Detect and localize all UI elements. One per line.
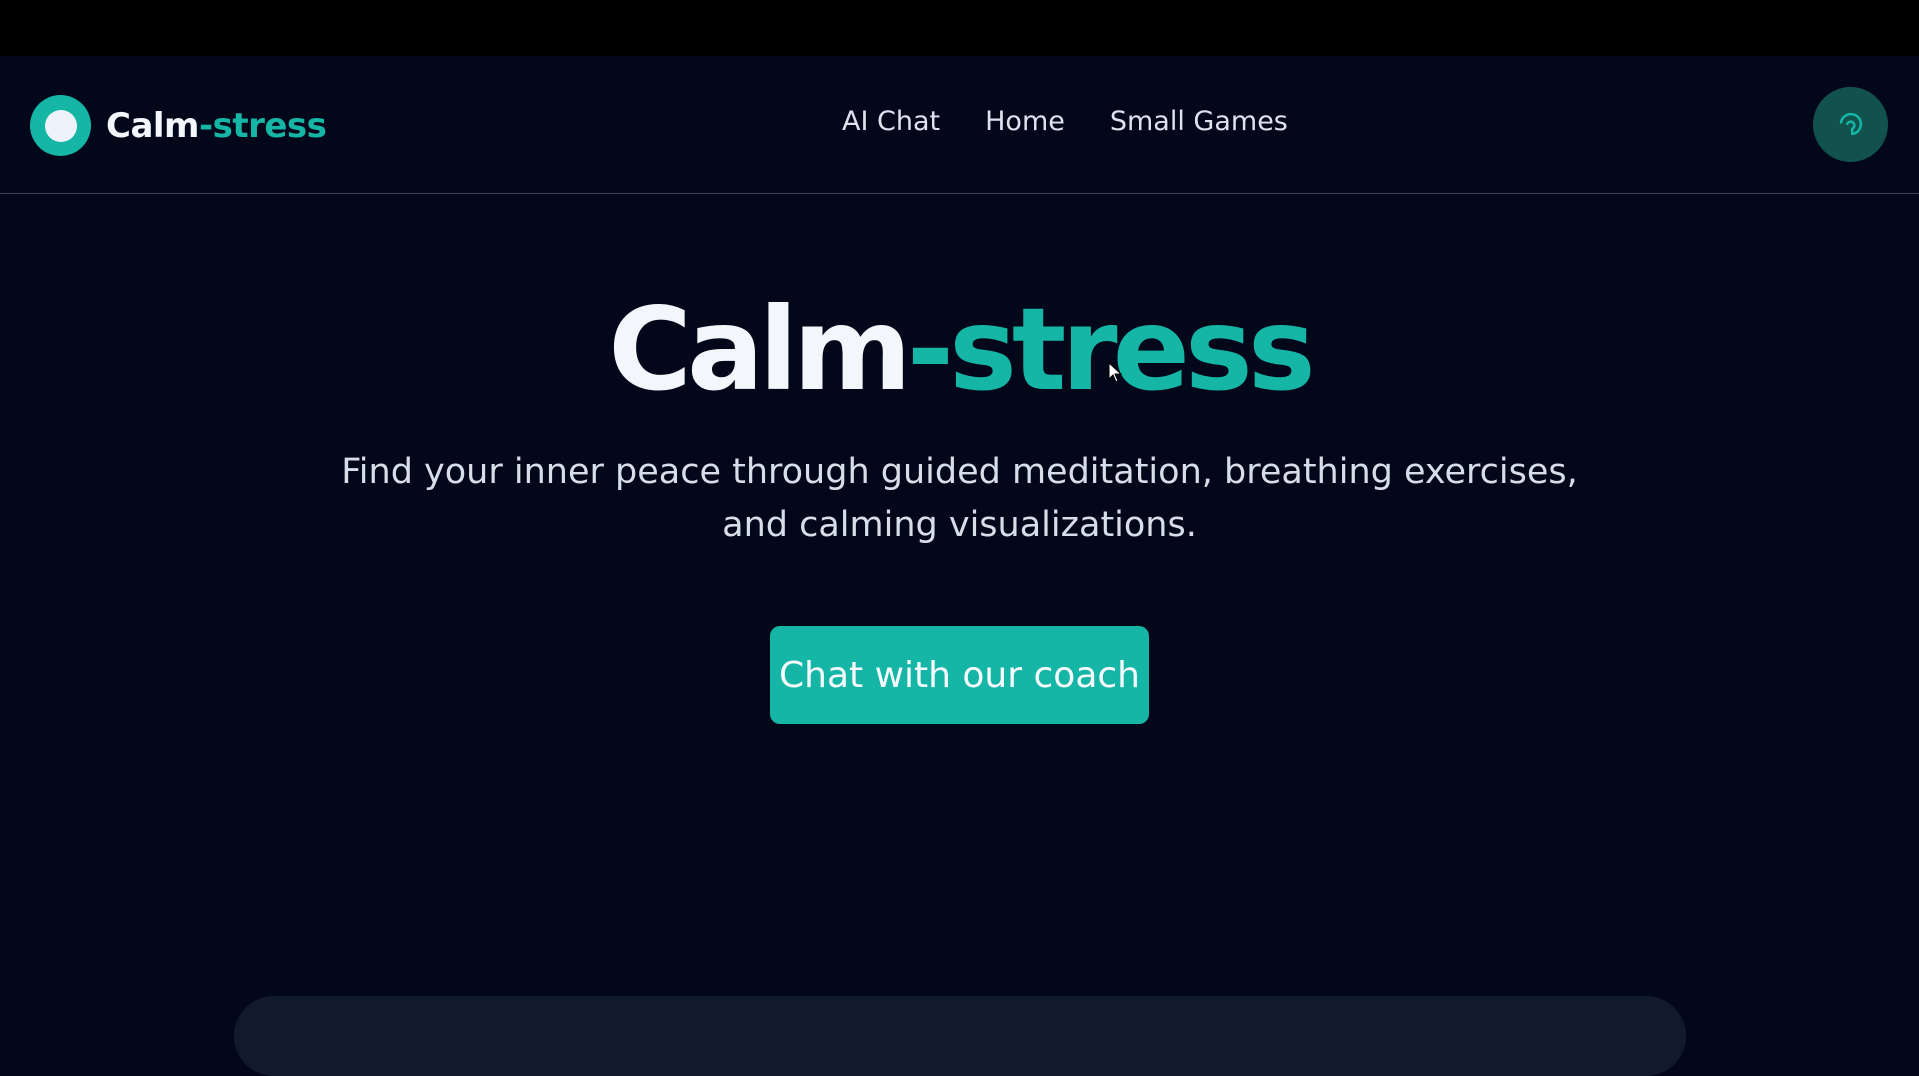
browser-top-strip — [0, 0, 1919, 56]
chat-with-coach-button[interactable]: Chat with our coach — [770, 626, 1149, 724]
logo-inner-dot — [44, 109, 77, 142]
mouse-cursor-icon — [1108, 362, 1123, 383]
brand-name: Calm-stress — [106, 105, 327, 146]
theme-toggle-button[interactable] — [1813, 87, 1888, 162]
main-nav: AI Chat Home Small Games — [842, 106, 1288, 137]
swirl-icon — [1839, 112, 1862, 135]
brand-logo-link[interactable]: Calm-stress — [30, 95, 327, 156]
brand-name-part2: -stress — [198, 105, 327, 146]
circle-logo-icon — [30, 95, 91, 156]
navbar: Calm-stress AI Chat Home Small Games — [0, 56, 1919, 194]
nav-small-games[interactable]: Small Games — [1110, 106, 1288, 137]
content-card-top-edge — [234, 996, 1686, 1076]
hero-title-part1: Calm — [608, 283, 911, 416]
hero-subtitle: Find your inner peace through guided med… — [341, 452, 1578, 545]
hero-title: Calm-stress — [0, 280, 1919, 420]
brand-name-part1: Calm — [106, 105, 199, 146]
hero-title-part2: -stress — [906, 283, 1316, 416]
nav-home[interactable]: Home — [985, 106, 1065, 137]
nav-ai-chat[interactable]: AI Chat — [842, 106, 940, 137]
